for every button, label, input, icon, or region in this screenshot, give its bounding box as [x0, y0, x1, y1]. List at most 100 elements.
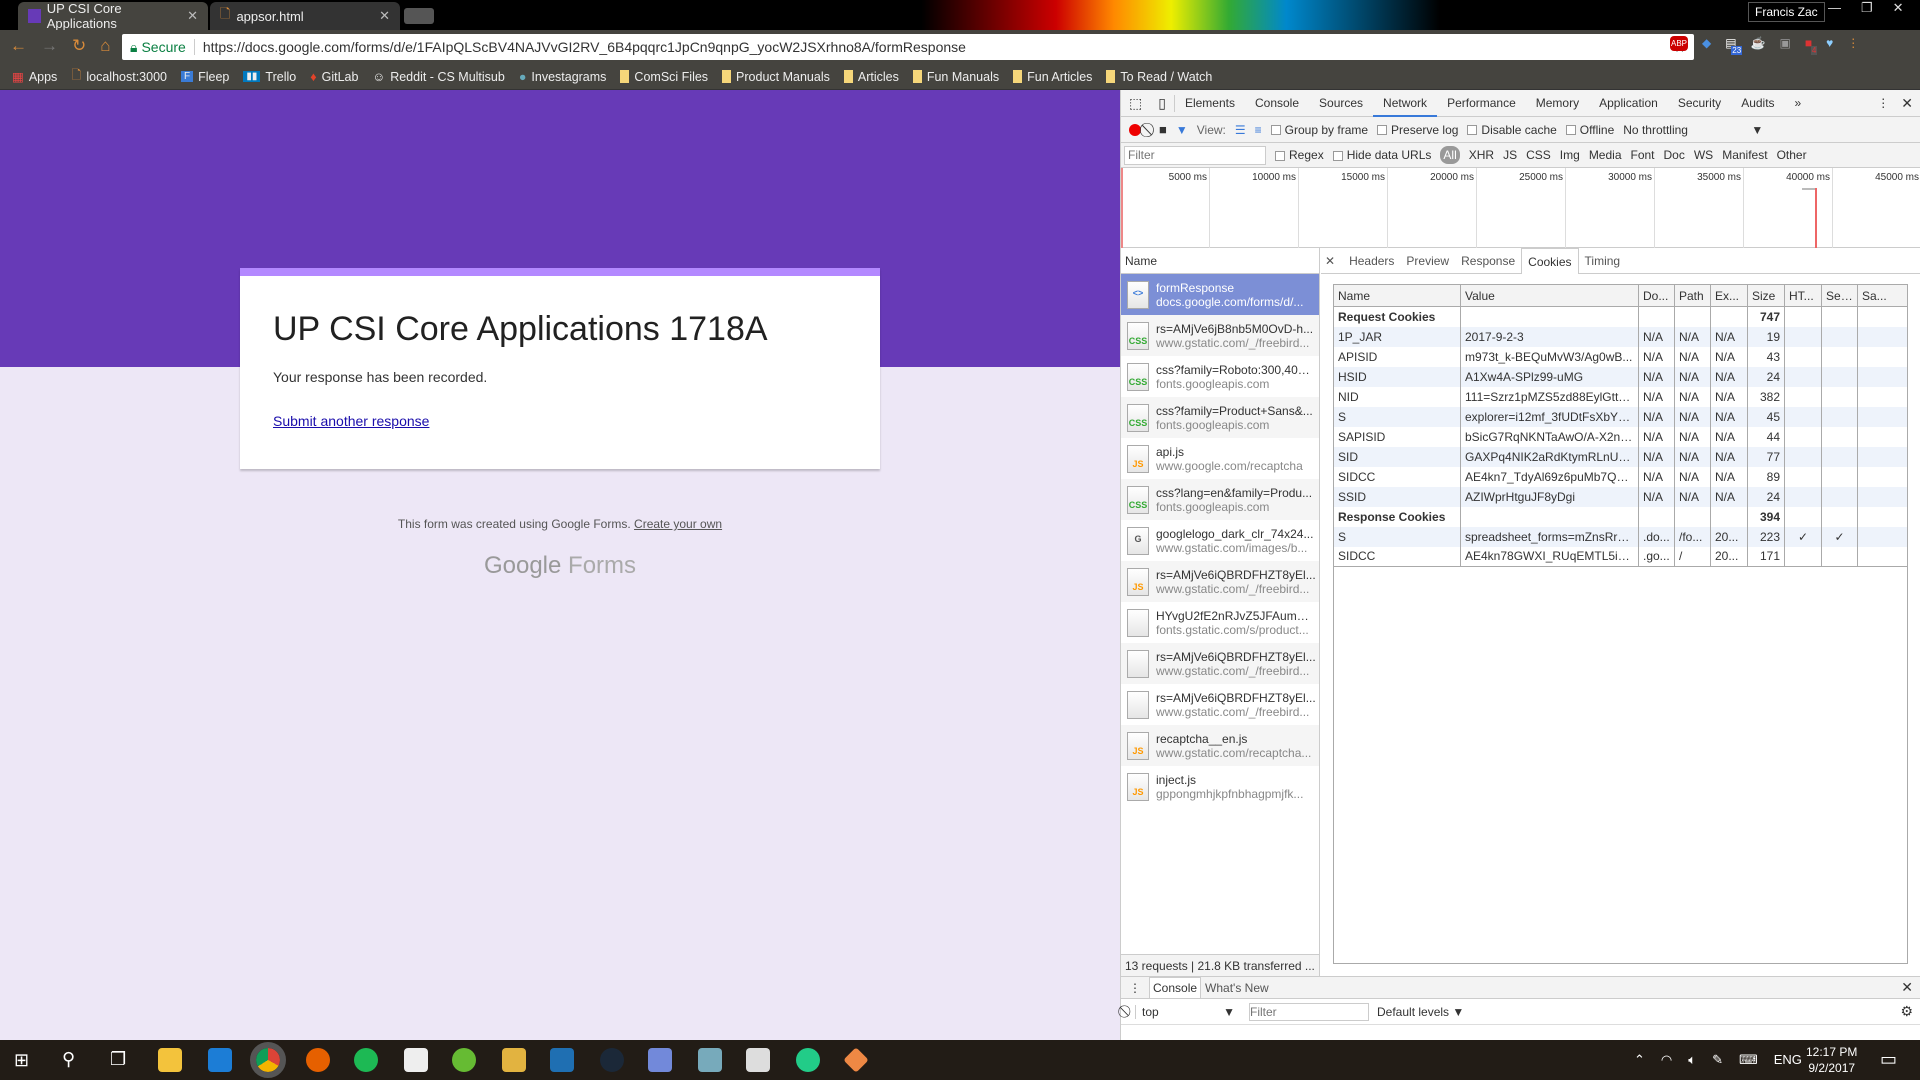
bookmark-folder[interactable]: To Read / Watch	[1106, 70, 1212, 84]
restore-button[interactable]: ❐	[1861, 0, 1873, 16]
language-indicator[interactable]: ENG	[1774, 1052, 1802, 1068]
request-row[interactable]: JS recaptcha__en.js www.gstatic.com/recapt…	[1121, 725, 1319, 766]
bookmark-fleep[interactable]: F Fleep	[181, 70, 229, 84]
cookie-column-header[interactable]: Sec...	[1821, 284, 1858, 307]
tab-sources[interactable]: Sources	[1309, 90, 1373, 117]
firefox-icon[interactable]	[306, 1048, 330, 1072]
type-filter-manifest[interactable]: Manifest	[1722, 148, 1767, 162]
tab-security[interactable]: Security	[1668, 90, 1731, 117]
mail-icon[interactable]	[746, 1048, 770, 1072]
cookie-column-header[interactable]: HT...	[1784, 284, 1822, 307]
request-row[interactable]: JS rs=AMjVe6iQBRDFHZT8yEl... www.gstatic.c…	[1121, 561, 1319, 602]
request-row[interactable]: JS inject.js gppongmhjkpfnbhagpmjfk...	[1121, 766, 1319, 807]
filter-input[interactable]	[1124, 145, 1266, 165]
type-filter-ws[interactable]: WS	[1694, 148, 1713, 162]
tab-timing[interactable]: Timing	[1579, 248, 1627, 274]
adblock-icon[interactable]: ABP	[1670, 36, 1689, 51]
regex-checkbox[interactable]: Regex	[1275, 148, 1324, 162]
cookie-row[interactable]: SIDCC AE4kn78GWXI_RUqEMTL5iDP... .go.../20…	[1333, 546, 1908, 567]
device-toolbar-icon[interactable]: ▯	[1150, 94, 1175, 112]
tab-network[interactable]: Network	[1373, 90, 1438, 117]
task-view-icon[interactable]: ❐	[110, 1049, 126, 1070]
type-filter-xhr[interactable]: XHR	[1469, 148, 1494, 162]
bookmark-reddit[interactable]: ☺ Reddit - CS Multisub	[372, 70, 504, 84]
url-text[interactable]: https://docs.google.com/forms/d/e/1FAIpQ…	[203, 39, 966, 55]
pin-icon[interactable]: ♥	[1826, 36, 1833, 51]
request-row[interactable]: CSS css?lang=en&family=Produ... fonts.goog…	[1121, 479, 1319, 520]
log-levels-select[interactable]: Default levels ▼	[1377, 1005, 1464, 1019]
pen-icon[interactable]: ✎	[1712, 1052, 1723, 1068]
filter-icon[interactable]: ▼	[1176, 123, 1188, 137]
cookie-column-header[interactable]: Value	[1460, 284, 1639, 307]
file-explorer-icon[interactable]	[158, 1048, 182, 1072]
tab-response[interactable]: Response	[1455, 248, 1521, 274]
clock[interactable]: 12:17 PM 9/2/2017	[1806, 1044, 1857, 1076]
more-tabs-icon[interactable]: »	[1785, 90, 1812, 117]
git-icon[interactable]	[843, 1047, 869, 1073]
tab-application[interactable]: Application	[1589, 90, 1668, 117]
request-row[interactable]: rs=AMjVe6iQBRDFHZT8yEl... www.gstatic.com…	[1121, 643, 1319, 684]
camera-icon[interactable]: ■	[1159, 122, 1167, 137]
reload-button[interactable]: ↻	[72, 36, 86, 56]
cookie-row[interactable]: NID 111=Szrz1pMZS5zd88EylGttY... N/A N/A N/A…	[1333, 386, 1908, 407]
tab-active[interactable]: UP CSI Core Applications ✕	[18, 1, 208, 31]
steam-icon[interactable]	[600, 1048, 624, 1072]
minimize-button[interactable]: —	[1828, 0, 1841, 16]
new-tab-button[interactable]	[404, 8, 434, 24]
edge-icon[interactable]	[208, 1048, 232, 1072]
cookie-column-header[interactable]: Name	[1333, 284, 1461, 307]
bookmark-folder[interactable]: Articles	[843, 70, 899, 84]
forward-button[interactable]: →	[41, 36, 58, 56]
extension-icon[interactable]: ◆	[1702, 36, 1711, 51]
menu-icon[interactable]: ⋮	[1847, 36, 1859, 51]
tab-appsor[interactable]: 🗋 appsor.html ✕	[210, 2, 400, 30]
disable-cache-checkbox[interactable]: Disable cache	[1467, 123, 1557, 137]
tab-headers[interactable]: Headers	[1343, 248, 1400, 274]
record-button[interactable]	[1129, 123, 1141, 136]
tab-preview[interactable]: Preview	[1400, 248, 1455, 274]
drawer-menu-icon[interactable]: ⋮	[1121, 981, 1149, 995]
cookie-row[interactable]: SIDCC AE4kn7_TdyAl69z6puMb7Q_l... N/A N/A N/…	[1333, 466, 1908, 487]
request-row[interactable]: JS api.js www.google.com/recaptcha	[1121, 438, 1319, 479]
drawer-tab-whats-new[interactable]: What's New	[1201, 981, 1273, 995]
hide-data-urls-checkbox[interactable]: Hide data URLs	[1332, 148, 1431, 162]
search-icon[interactable]: ⚲	[62, 1049, 75, 1070]
bookmark-folder[interactable]: Fun Articles	[1013, 70, 1092, 84]
cookie-column-header[interactable]: Path	[1674, 284, 1711, 307]
create-your-own-link[interactable]: Create your own	[634, 517, 722, 531]
tab-console[interactable]: Console	[1245, 90, 1309, 117]
context-select[interactable]: top ▼	[1135, 1004, 1235, 1019]
close-window-button[interactable]: ✕	[1893, 0, 1904, 16]
network-overview[interactable]: 5000 ms 10000 ms 15000 ms 20000 ms 25000 ms 3…	[1121, 168, 1920, 248]
type-filter-other[interactable]: Other	[1777, 148, 1807, 162]
terminal-icon[interactable]	[550, 1048, 574, 1072]
throttling-select[interactable]: No throttling ▼	[1623, 123, 1763, 137]
name-column-header[interactable]: Name	[1121, 248, 1319, 274]
tab-elements[interactable]: Elements	[1175, 90, 1245, 117]
cookie-row[interactable]: APISID m973t_k-BEQuMvW3/Ag0wB... N/A N/A N/A…	[1333, 346, 1908, 367]
type-filter-media[interactable]: Media	[1589, 148, 1622, 162]
inspect-element-icon[interactable]: ⬚	[1121, 95, 1150, 112]
start-button[interactable]: ⊞	[14, 1050, 29, 1071]
profile-button[interactable]: Francis Zac	[1748, 2, 1825, 22]
home-button[interactable]: ⌂	[100, 36, 110, 56]
drawer-tab-console[interactable]: Console	[1149, 977, 1202, 998]
tab-cookies[interactable]: Cookies	[1521, 247, 1579, 274]
request-row[interactable]: Ggooglelogo_dark_clr_74x24... www.gstatic…	[1121, 520, 1319, 561]
cookie-row[interactable]: Sspreadsheet_forms=mZnsRrn... .do.../fo..…	[1333, 526, 1908, 547]
offline-checkbox[interactable]: Offline	[1565, 123, 1614, 137]
bookmark-trello[interactable]: ▮▮ Trello	[243, 70, 296, 84]
app-icon[interactable]	[502, 1048, 526, 1072]
close-devtools-icon[interactable]: ✕	[1901, 95, 1920, 112]
cookie-column-header[interactable]: Size	[1747, 284, 1785, 307]
close-tab-icon[interactable]: ✕	[379, 8, 390, 24]
submit-another-link[interactable]: Submit another response	[273, 413, 847, 429]
close-tab-icon[interactable]: ✕	[187, 8, 198, 24]
waterfall-icon[interactable]: ≡	[1255, 123, 1262, 137]
action-center-icon[interactable]: ▭	[1880, 1049, 1897, 1070]
console-filter-input[interactable]	[1249, 1002, 1369, 1021]
css-extension-icon[interactable]: ▣	[1780, 36, 1791, 51]
large-rows-icon[interactable]: ☰	[1235, 123, 1246, 137]
cookie-row[interactable]: HSID A1Xw4A-SPlz99-uMG N/A N/A N/A 24	[1333, 366, 1908, 387]
cookie-column-header[interactable]: Do...	[1638, 284, 1675, 307]
